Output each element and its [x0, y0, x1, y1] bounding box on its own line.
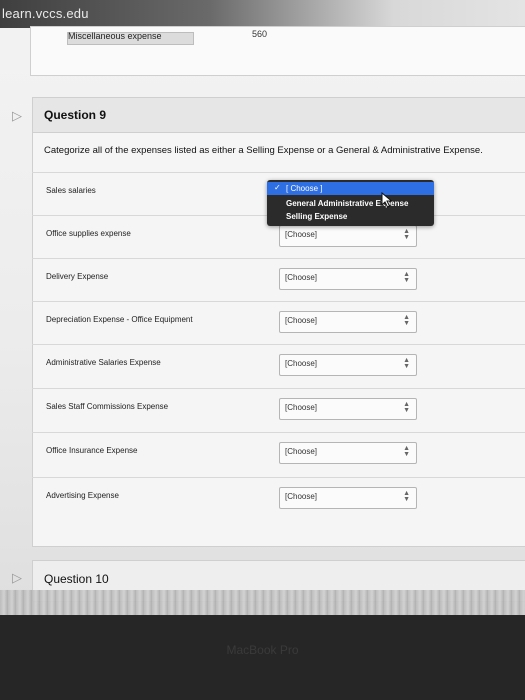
misc-expense-label: Miscellaneous expense [68, 31, 162, 41]
select-arrows-icon: ▲ ▼ [403, 357, 410, 370]
select-arrows-icon: ▲ ▼ [403, 401, 410, 414]
category-select[interactable]: [Choose] ▲ ▼ [279, 225, 417, 247]
select-value: [Choose] [285, 316, 318, 325]
select-value: [Choose] [285, 492, 318, 501]
select-arrows-icon: ▲ ▼ [403, 490, 410, 503]
select-arrows-icon: ▲ ▼ [403, 314, 410, 327]
select-arrows-icon: ▲ ▼ [403, 271, 410, 284]
category-select[interactable]: [Choose] ▲ ▼ [279, 398, 417, 420]
flag-question-icon[interactable]: ▷ [12, 570, 22, 586]
question-10-title: Question 10 [44, 572, 109, 586]
mouse-pointer-icon [381, 192, 393, 208]
category-select[interactable]: [Choose] ▲ ▼ [279, 442, 417, 464]
select-value: [Choose] [285, 447, 318, 456]
question-9-title: Question 9 [44, 108, 107, 122]
match-row: Advertising Expense [Choose] ▲ ▼ [32, 477, 525, 521]
question-9-instruction: Categorize all of the expenses listed as… [44, 145, 483, 156]
category-dropdown-menu[interactable]: ✓ [ Choose ] General Administrative Expe… [267, 180, 434, 226]
match-row: Office Insurance Expense [Choose] ▲ ▼ [32, 432, 525, 476]
dropdown-option-choose[interactable]: [ Choose ] [286, 184, 322, 193]
flag-question-icon[interactable]: ▷ [12, 108, 22, 124]
row-label: Administrative Salaries Expense [46, 358, 161, 367]
category-select[interactable]: [Choose] ▲ ▼ [279, 354, 417, 376]
row-label: Sales salaries [46, 186, 96, 195]
url-text: learn.vccs.edu [2, 6, 89, 21]
address-bar[interactable]: learn.vccs.edu [0, 0, 525, 28]
browser-screen: learn.vccs.edu Miscellaneous expense 560… [0, 0, 525, 615]
select-value: [Choose] [285, 403, 318, 412]
select-arrows-icon: ▲ ▼ [403, 228, 410, 241]
select-arrows-icon: ▲ ▼ [403, 445, 410, 458]
row-label: Office Insurance Expense [46, 446, 138, 455]
category-select[interactable]: [Choose] ▲ ▼ [279, 268, 417, 290]
select-value: [Choose] [285, 273, 318, 282]
device-label: MacBook Pro [226, 643, 299, 657]
match-row: Depreciation Expense - Office Equipment … [32, 301, 525, 345]
row-label: Advertising Expense [46, 491, 119, 500]
category-select[interactable]: [Choose] ▲ ▼ [279, 487, 417, 509]
screen-moire-strip [0, 590, 525, 615]
select-value: [Choose] [285, 230, 318, 239]
match-row: Sales Staff Commissions Expense [Choose]… [32, 388, 525, 432]
row-label: Sales Staff Commissions Expense [46, 402, 169, 411]
misc-expense-amount: 560 [252, 29, 268, 39]
row-label: Delivery Expense [46, 272, 109, 281]
match-row: Delivery Expense [Choose] ▲ ▼ [32, 258, 525, 302]
checkmark-icon: ✓ [274, 183, 281, 192]
row-label: Depreciation Expense - Office Equipment [46, 315, 193, 324]
row-label: Office supplies expense [46, 229, 131, 238]
select-value: [Choose] [285, 359, 318, 368]
match-row: Administrative Salaries Expense [Choose]… [32, 344, 525, 388]
category-select[interactable]: [Choose] ▲ ▼ [279, 311, 417, 333]
dropdown-option-selling[interactable]: Selling Expense [286, 212, 347, 221]
question-9-header [33, 98, 525, 133]
